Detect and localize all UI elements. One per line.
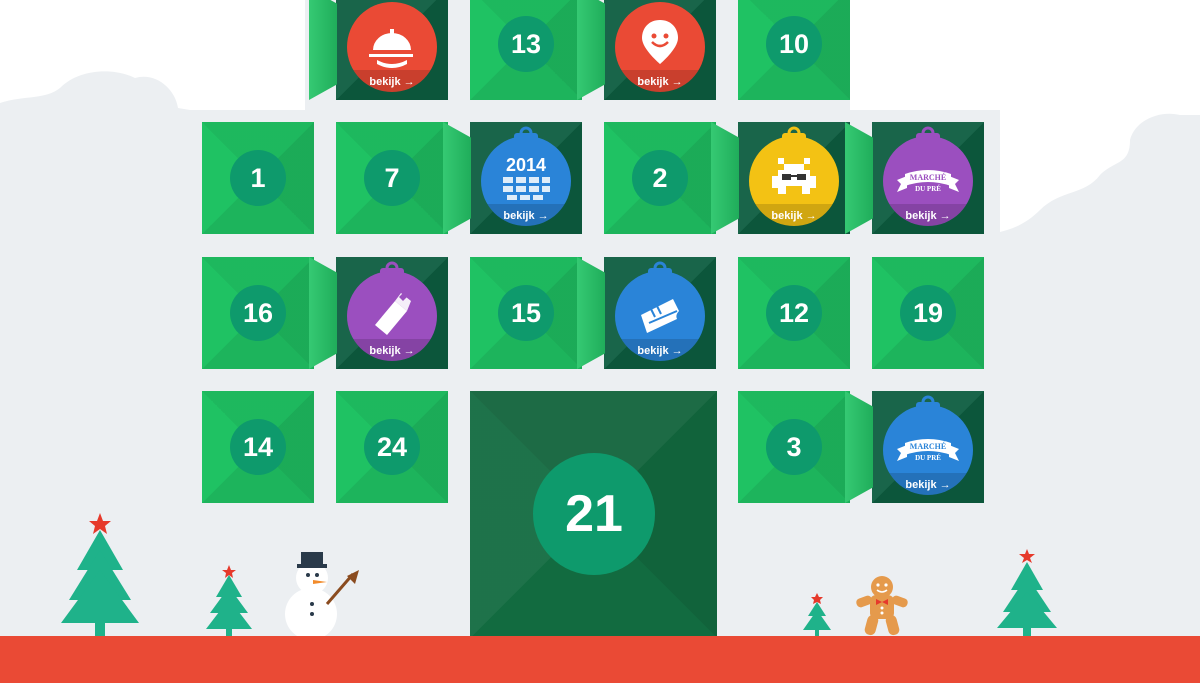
door-day-16[interactable]: 16 [202,257,314,369]
door-flap [309,0,337,100]
door-flap [443,122,471,234]
door-day-7[interactable]: 7 [336,122,448,234]
day-number: 1 [230,150,286,206]
svg-text:DU PRÉ: DU PRÉ [915,454,941,462]
ground-strip [0,636,1200,683]
day-number: 10 [766,16,822,72]
bekijk-link[interactable]: bekijk → [883,479,973,491]
snowman-icon [285,552,359,638]
bekijk-link[interactable]: bekijk → [481,210,571,222]
ornament-purple: bekijk → [347,271,437,361]
door-open-day-18[interactable]: MARCHÉ DU PRÉ bekijk → [845,391,984,503]
door-flap [845,391,873,503]
bekijk-link[interactable]: bekijk → [883,210,973,222]
ornament-red: bekijk → [347,2,437,92]
door-flap [309,257,337,369]
door-day-19[interactable]: 19 [872,257,984,369]
bekijk-link[interactable]: bekijk → [749,210,839,222]
christmas-tree-medium-right [997,549,1057,640]
ornament-blue: bekijk → [615,271,705,361]
door-day-14[interactable]: 14 [202,391,314,503]
day-number: 2 [632,150,688,206]
ornament-yellow: bekijk → [749,136,839,226]
door-flap [577,0,605,100]
day-number: 19 [900,285,956,341]
day-number: 24 [364,419,420,475]
door-day-13[interactable]: 13 [470,0,582,100]
christmas-tree-large-left [61,513,139,640]
door-flap [711,122,739,234]
door-open-day-4[interactable]: bekijk → [309,0,448,100]
door-day-3[interactable]: 3 [738,391,850,503]
day-number: 21 [533,453,655,575]
door-day-1[interactable]: 1 [202,122,314,234]
bekijk-link[interactable]: bekijk → [347,345,437,357]
door-open-day-8[interactable]: bekijk → [711,122,850,234]
advent-calendar-scene: bekijk → 13 bekijk → 10 1 7 2014 bekijk … [0,0,1200,683]
christmas-tree-small-left [206,565,252,640]
door-open-day-9[interactable]: MARCHÉ DU PRÉ bekijk → [845,122,984,234]
day-number: 13 [498,16,554,72]
day-number: 15 [498,285,554,341]
door-open-day-11[interactable]: bekijk → [309,257,448,369]
door-open-day-6[interactable]: 2014 bekijk → [443,122,582,234]
svg-text:MARCHÉ: MARCHÉ [910,172,946,182]
svg-text:2014: 2014 [506,155,546,175]
ornament-purple: MARCHÉ DU PRÉ bekijk → [883,136,973,226]
door-day-21-big[interactable]: 21 [470,391,717,638]
door-day-24[interactable]: 24 [336,391,448,503]
ornament-blue: 2014 bekijk → [481,136,571,226]
door-flap [577,257,605,369]
gingerbread-man-icon [856,576,908,636]
door-flap [845,122,873,234]
door-day-2[interactable]: 2 [604,122,716,234]
bekijk-link[interactable]: bekijk → [347,76,437,88]
bekijk-link[interactable]: bekijk → [615,76,705,88]
door-day-10[interactable]: 10 [738,0,850,100]
svg-text:MARCHÉ: MARCHÉ [910,441,946,451]
door-open-day-17[interactable]: bekijk → [577,257,716,369]
svg-text:DU PRÉ: DU PRÉ [915,185,941,193]
door-day-15[interactable]: 15 [470,257,582,369]
day-number: 14 [230,419,286,475]
bekijk-link[interactable]: bekijk → [615,345,705,357]
ornament-blue: MARCHÉ DU PRÉ bekijk → [883,405,973,495]
day-number: 7 [364,150,420,206]
day-number: 12 [766,285,822,341]
day-number: 16 [230,285,286,341]
door-day-12[interactable]: 12 [738,257,850,369]
door-open-day-5[interactable]: bekijk → [577,0,716,100]
christmas-tree-tiny-right [803,593,831,638]
day-number: 3 [766,419,822,475]
ornament-red: bekijk → [615,2,705,92]
